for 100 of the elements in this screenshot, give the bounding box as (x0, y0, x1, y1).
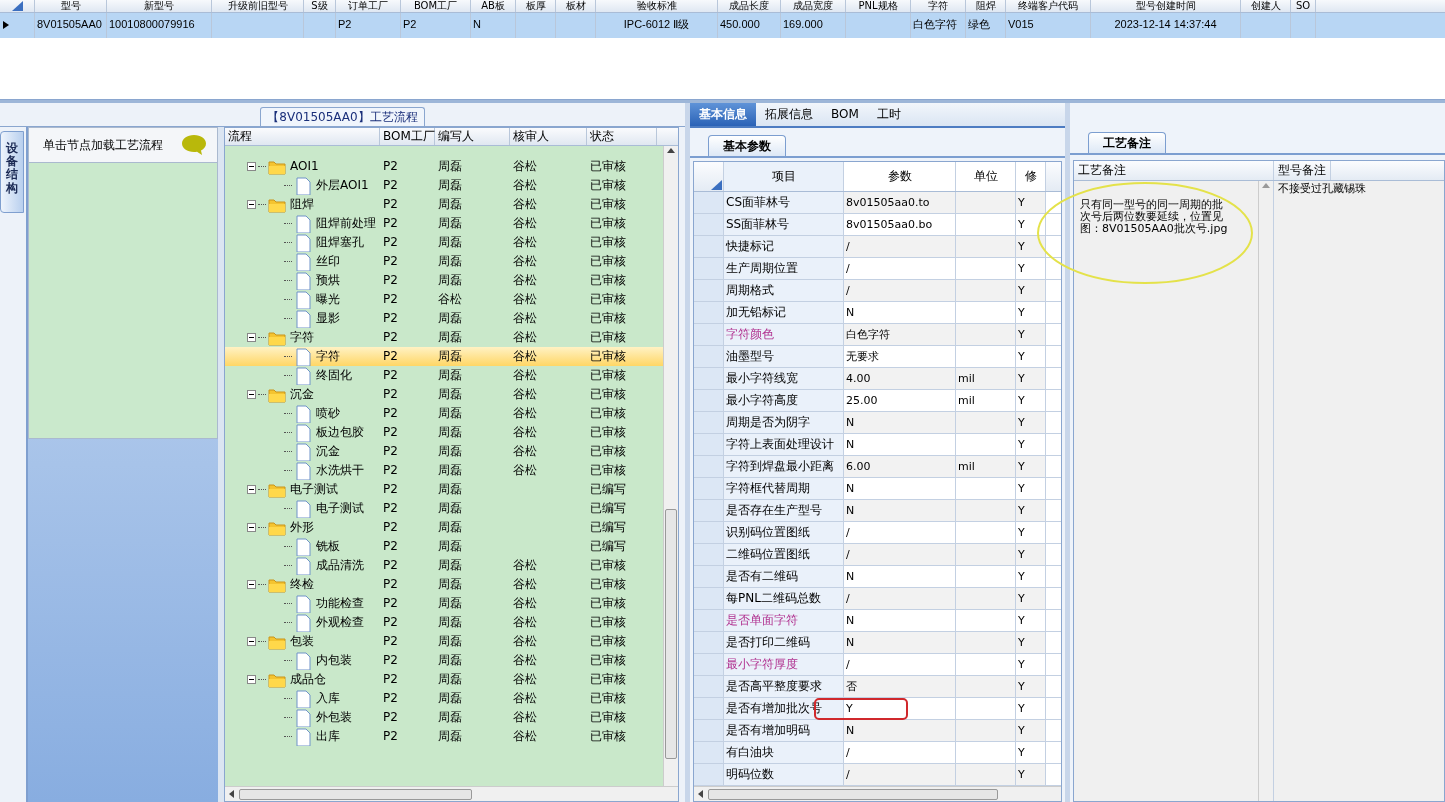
tree-row[interactable]: 外包装 P2 周磊 谷松 已审核 (225, 708, 663, 727)
tree-row[interactable]: 成品仓 P2 周磊 谷松 已审核 (225, 670, 663, 689)
row-header[interactable] (694, 588, 724, 609)
tree-row[interactable]: 功能检查 P2 周磊 谷松 已审核 (225, 594, 663, 613)
row-header[interactable] (694, 192, 724, 213)
tree-row[interactable]: 电子测试 P2 周磊 已编写 (225, 499, 663, 518)
column-header[interactable]: PNL规格 (846, 0, 911, 12)
row-header[interactable] (694, 632, 724, 653)
collapse-icon[interactable] (247, 637, 256, 646)
row-header[interactable] (694, 478, 724, 499)
collapse-icon[interactable] (247, 333, 256, 342)
tree-row[interactable]: 沉金 P2 周磊 谷松 已审核 (225, 442, 663, 461)
column-header[interactable]: 板材 (556, 0, 596, 12)
tree-row[interactable]: 铣板 P2 周磊 已编写 (225, 537, 663, 556)
column-header[interactable]: 核审人 (510, 128, 587, 145)
collapse-icon[interactable] (247, 580, 256, 589)
collapse-icon[interactable] (247, 523, 256, 532)
row-header[interactable] (694, 500, 724, 521)
column-header[interactable]: S级 (304, 0, 336, 12)
column-header[interactable]: 成品长度 (718, 0, 781, 12)
tree-row[interactable]: 终固化 P2 周磊 谷松 已审核 (225, 366, 663, 385)
column-header[interactable]: 修 (1016, 162, 1046, 191)
column-header[interactable]: 字符 (911, 0, 966, 12)
row-header[interactable] (694, 610, 724, 631)
tab[interactable]: 工时 (867, 103, 910, 126)
column-header[interactable]: BOM工厂 (401, 0, 471, 12)
column-header[interactable]: 板厚 (516, 0, 556, 12)
column-header[interactable]: 型号 (35, 0, 107, 12)
tree-row[interactable]: 预烘 P2 周磊 谷松 已审核 (225, 271, 663, 290)
column-header[interactable]: 成品宽度 (781, 0, 846, 12)
tree-row[interactable]: 字符 P2 周磊 谷松 已审核 (225, 347, 663, 366)
tree-row[interactable]: 显影 P2 周磊 谷松 已审核 (225, 309, 663, 328)
row-header[interactable] (694, 214, 724, 235)
tree-row[interactable]: 入库 P2 周磊 谷松 已审核 (225, 689, 663, 708)
tree-row[interactable]: 出库 P2 周磊 谷松 已审核 (225, 727, 663, 746)
column-header[interactable]: 阻焊 (966, 0, 1006, 12)
column-header[interactable]: 参数 (844, 162, 956, 191)
row-header[interactable] (694, 346, 724, 367)
column-header[interactable]: 编写人 (435, 128, 510, 145)
row-header[interactable] (694, 676, 724, 697)
tree-row[interactable]: 外观检查 P2 周磊 谷松 已审核 (225, 613, 663, 632)
horizontal-scrollbar[interactable] (225, 786, 678, 801)
tree-row[interactable]: 阻焊前处理 P2 周磊 谷松 已审核 (225, 214, 663, 233)
column-header[interactable]: SO (1291, 0, 1316, 12)
column-header[interactable]: 项目 (724, 162, 844, 191)
row-header[interactable] (694, 566, 724, 587)
tree-row[interactable]: 外层AOI1 P2 周磊 谷松 已审核 (225, 176, 663, 195)
side-tab[interactable]: 设备结构 (0, 131, 24, 213)
sub-tab[interactable]: 基本参数 (708, 134, 786, 156)
tree-row[interactable]: AOI1 P2 周磊 谷松 已审核 (225, 157, 663, 176)
tree-row[interactable]: 成品清洗 P2 周磊 谷松 已审核 (225, 556, 663, 575)
tree-row[interactable]: 曝光 P2 谷松 谷松 已审核 (225, 290, 663, 309)
tree-row[interactable]: 内包装 P2 周磊 谷松 已审核 (225, 651, 663, 670)
tree-row[interactable]: 包装 P2 周磊 谷松 已审核 (225, 632, 663, 651)
column-header[interactable]: 型号备注 (1274, 161, 1331, 180)
column-header[interactable]: 新型号 (107, 0, 212, 12)
tree-row[interactable]: 沉金 P2 周磊 谷松 已审核 (225, 385, 663, 404)
column-header[interactable]: AB板 (471, 0, 516, 12)
collapse-icon[interactable] (247, 162, 256, 171)
row-header[interactable] (694, 698, 724, 719)
tree-row[interactable]: 板边包胶 P2 周磊 谷松 已审核 (225, 423, 663, 442)
row-header[interactable] (694, 324, 724, 345)
column-header[interactable]: 单位 (956, 162, 1016, 191)
remarks-tab[interactable]: 工艺备注 (1088, 131, 1166, 153)
tree-row[interactable]: 阻焊 P2 周磊 谷松 已审核 (225, 195, 663, 214)
row-header[interactable] (694, 258, 724, 279)
tree-row[interactable]: 电子测试 P2 周磊 已编写 (225, 480, 663, 499)
tree-row[interactable]: 字符 P2 周磊 谷松 已审核 (225, 328, 663, 347)
horizontal-scrollbar[interactable] (694, 786, 1061, 801)
row-header[interactable] (694, 654, 724, 675)
row-header[interactable] (694, 434, 724, 455)
column-header[interactable]: 流程 (225, 128, 380, 145)
tree-row[interactable]: 丝印 P2 周磊 谷松 已审核 (225, 252, 663, 271)
collapse-icon[interactable] (247, 390, 256, 399)
table-row[interactable]: 8V01505AA0 10010800079916 P2 P2 N IPC-6012 Ⅱ级 450.000 169.000 白色字符 绿色 V015 2023-12-14 14:37:44 (0, 13, 1445, 38)
row-header[interactable] (694, 280, 724, 301)
collapse-icon[interactable] (247, 485, 256, 494)
row-header[interactable] (694, 456, 724, 477)
column-header[interactable]: 订单工厂 (336, 0, 401, 12)
vertical-scrollbar[interactable] (1258, 181, 1273, 801)
column-header[interactable]: 创建人 (1241, 0, 1291, 12)
collapse-icon[interactable] (247, 200, 256, 209)
row-header[interactable] (694, 236, 724, 257)
row-header[interactable] (694, 368, 724, 389)
tab[interactable]: 基本信息 (690, 103, 756, 126)
row-header[interactable] (694, 522, 724, 543)
collapse-icon[interactable] (247, 675, 256, 684)
scroll-left-icon[interactable] (697, 789, 704, 799)
row-header[interactable] (694, 544, 724, 565)
tree-row[interactable]: 终检 P2 周磊 谷松 已审核 (225, 575, 663, 594)
column-header[interactable]: 工艺备注 (1074, 161, 1274, 180)
tree-row[interactable]: 外形 P2 周磊 已编写 (225, 518, 663, 537)
tab[interactable]: BOM (822, 103, 868, 126)
tab[interactable]: 拓展信息 (756, 103, 822, 126)
tree-row[interactable]: 水洗烘干 P2 周磊 谷松 已审核 (225, 461, 663, 480)
row-header[interactable] (694, 720, 724, 741)
scroll-left-icon[interactable] (228, 789, 235, 799)
tree-row[interactable]: 阻焊塞孔 P2 周磊 谷松 已审核 (225, 233, 663, 252)
column-header[interactable]: 状态 (587, 128, 657, 145)
column-header[interactable]: 验收标准 (596, 0, 718, 12)
